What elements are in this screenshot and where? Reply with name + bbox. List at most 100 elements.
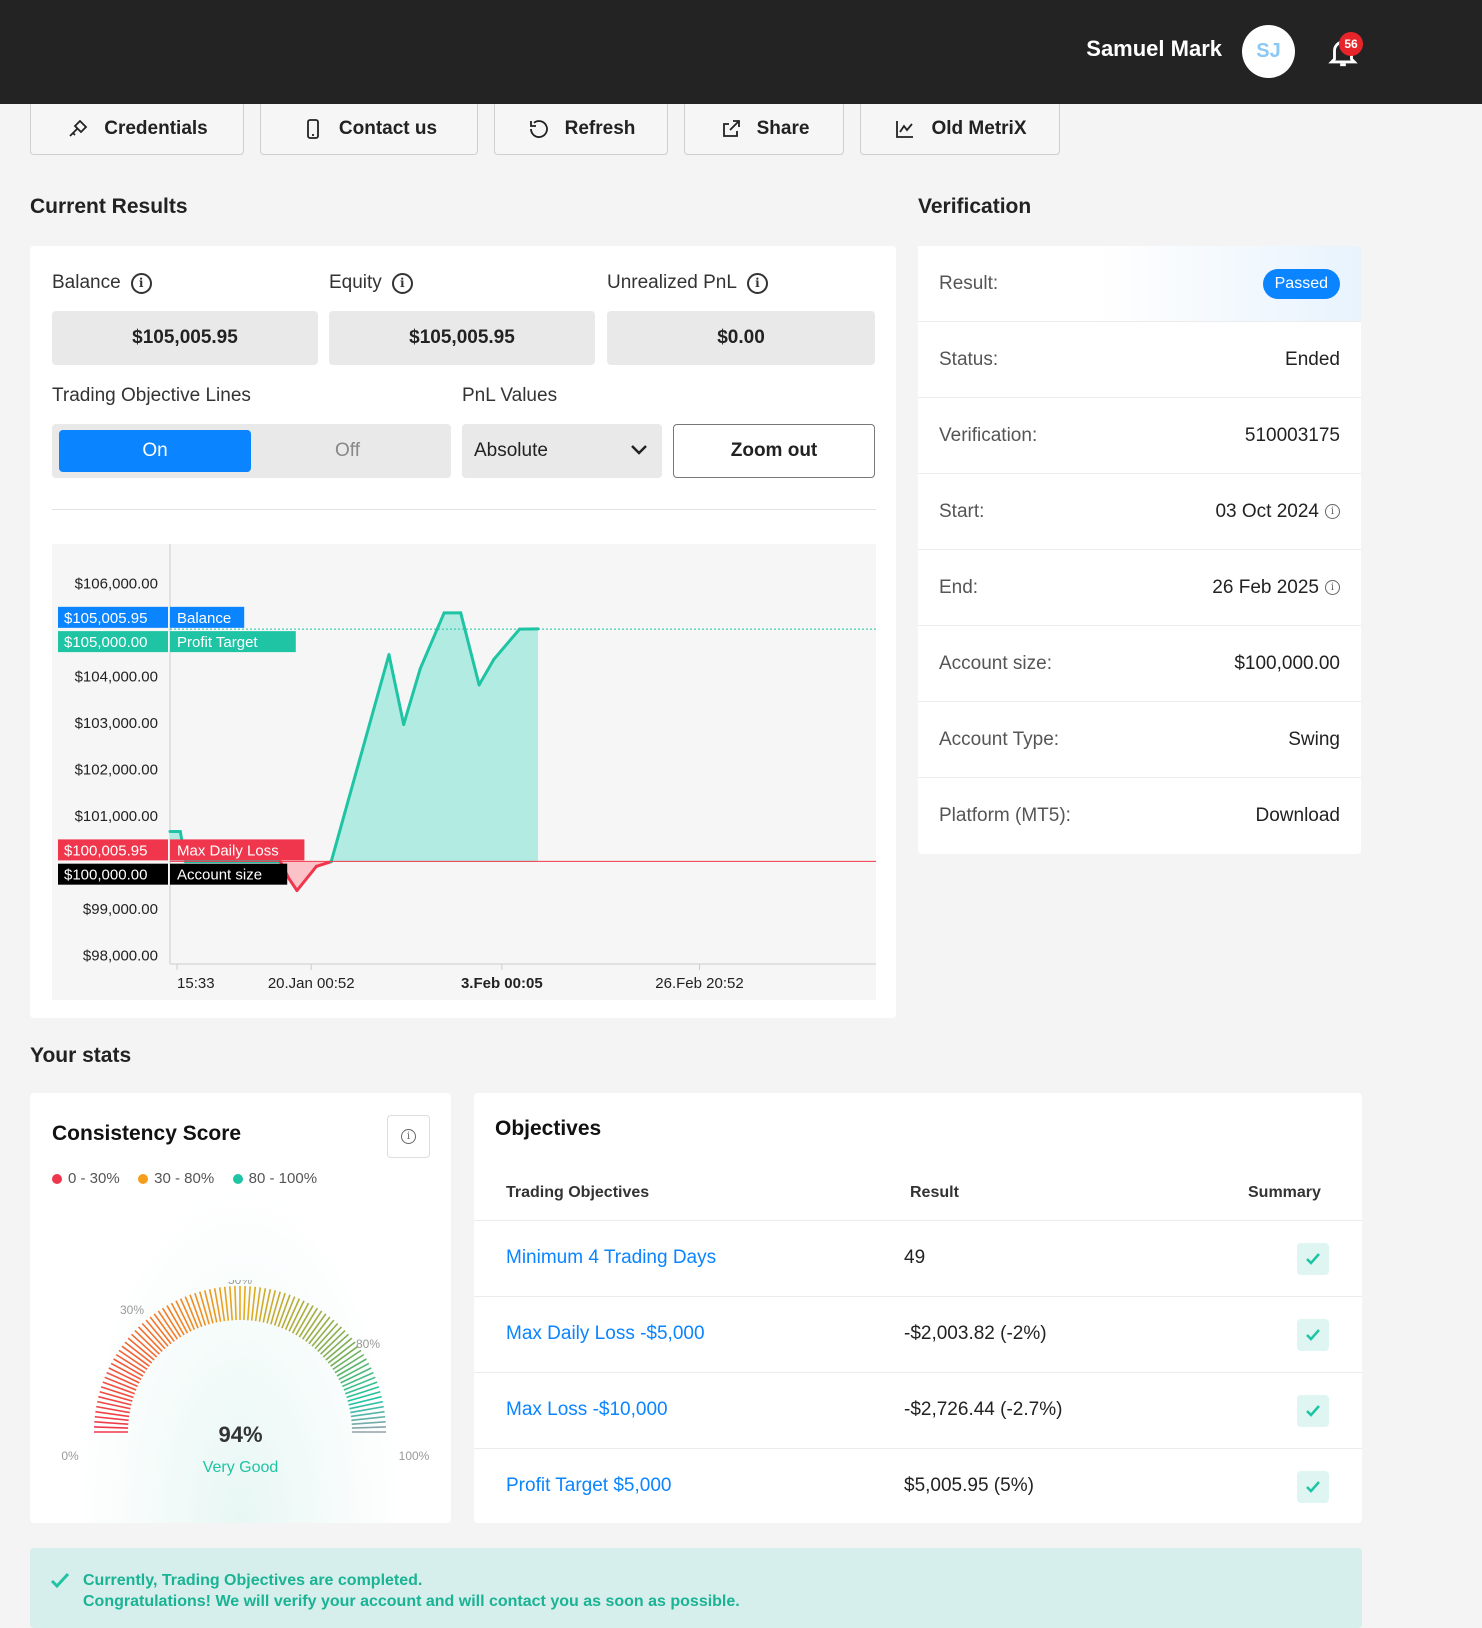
status-badge: Passed — [1262, 268, 1340, 299]
user-name[interactable]: Samuel Mark — [1086, 36, 1222, 62]
verification-row-start: Start: 03 Oct 2024 i — [918, 474, 1361, 550]
info-icon[interactable]: i — [130, 272, 152, 294]
ref-value-label: $105,000.00 — [64, 634, 147, 651]
ref-value-label: $100,000.00 — [64, 867, 147, 884]
share-button[interactable]: Share — [684, 104, 844, 155]
check-icon — [1297, 1471, 1329, 1503]
y-tick-label: $101,000.00 — [75, 808, 158, 825]
phone-icon — [307, 119, 319, 139]
ref-name-label: Account size — [177, 867, 262, 884]
verification-row-end: End: 26 Feb 2025 i — [918, 550, 1361, 626]
credentials-button[interactable]: Credentials — [30, 104, 244, 155]
verification-row-result: Result: Passed — [918, 246, 1361, 322]
objective-link[interactable]: Max Loss -$10,000 — [506, 1399, 668, 1421]
gauge-label: 80% — [356, 1337, 380, 1351]
old-metrix-button[interactable]: Old MetriX — [860, 104, 1060, 155]
y-tick-label: $102,000.00 — [75, 762, 158, 779]
gauge-label: 50% — [228, 1280, 252, 1287]
check-icon — [1297, 1395, 1329, 1427]
toggle-on[interactable]: On — [59, 430, 251, 472]
gauge-tick — [317, 1326, 342, 1352]
col-result: Result — [910, 1184, 959, 1201]
pnl-select-value: Absolute — [474, 440, 548, 461]
refresh-button[interactable]: Refresh — [494, 104, 668, 155]
gauge-tick — [330, 1345, 359, 1367]
contact-button[interactable]: Contact us — [260, 104, 478, 155]
equity-label: Equity i — [329, 272, 413, 294]
ref-name-label: Profit Target — [177, 634, 258, 651]
avatar[interactable]: SJ — [1242, 25, 1295, 78]
contact-label: Contact us — [338, 118, 438, 139]
gauge-tick — [198, 1291, 210, 1325]
success-line-1: Currently, Trading Objectives are comple… — [83, 1572, 423, 1589]
col-objectives: Trading Objectives — [506, 1184, 650, 1201]
gauge-tick — [270, 1291, 282, 1325]
gauge-tick — [327, 1341, 356, 1364]
gauge-label: 30% — [120, 1303, 144, 1317]
verification-title: Verification — [918, 195, 1032, 218]
consistency-info-button[interactable]: i — [387, 1115, 430, 1158]
table-row: Profit Target $5,000 $5,005.95 (5%) — [474, 1448, 1362, 1524]
info-icon[interactable]: i — [1325, 504, 1340, 519]
consistency-gauge: 0%30%50%80%100% — [61, 1280, 429, 1463]
gauge-tick — [351, 1415, 386, 1422]
ref-name-label: Max Daily Loss — [177, 842, 279, 859]
your-stats-title: Your stats — [30, 1044, 132, 1067]
y-tick-label: $98,000.00 — [83, 948, 158, 965]
col-summary: Summary — [1248, 1184, 1321, 1201]
objective-lines-label: Trading Objective Lines — [52, 385, 251, 406]
x-tick-label: 15:33 — [177, 975, 215, 992]
gauge-tick — [350, 1410, 385, 1418]
gauge-tick — [320, 1330, 346, 1355]
consistency-title: Consistency Score — [52, 1122, 242, 1145]
notification-badge: 56 — [1339, 32, 1363, 56]
info-icon[interactable]: i — [1325, 580, 1340, 595]
green-dot — [232, 1173, 243, 1184]
y-tick-label: $106,000.00 — [75, 576, 158, 593]
share-label: Share — [756, 118, 810, 139]
unrealized-pnl-label: Unrealized PnL i — [607, 272, 768, 294]
gauge-tick — [153, 1313, 175, 1342]
info-icon[interactable]: i — [746, 272, 768, 294]
old-metrix-label: Old MetriX — [931, 118, 1027, 139]
divider — [52, 509, 876, 510]
verification-row-platform: Platform (MT5): Download — [939, 805, 1341, 827]
y-tick-label: $103,000.00 — [75, 715, 158, 732]
verification-row-account-size: Account size: $100,000.00 — [918, 626, 1361, 702]
success-banner: Currently, Trading Objectives are comple… — [30, 1548, 1362, 1628]
consistency-score: 94% — [218, 1422, 263, 1447]
check-icon — [1297, 1243, 1329, 1275]
gauge-tick — [311, 1319, 335, 1347]
orange-dot — [138, 1173, 149, 1184]
gauge-tick — [138, 1326, 163, 1352]
objective-lines-toggle: On Off — [52, 424, 451, 478]
gauge-tick — [250, 1286, 257, 1321]
balance-value: $105,005.95 — [52, 311, 318, 365]
gauge-tick — [347, 1390, 381, 1402]
verification-row-status: Status: Ended — [918, 322, 1361, 398]
line-chart-icon — [896, 121, 914, 138]
success-line-2: Congratulations! We will verify your acc… — [83, 1593, 740, 1610]
pnl-values-select[interactable]: Absolute — [462, 424, 662, 478]
zoom-out-button[interactable]: Zoom out — [673, 424, 875, 478]
pnl-values-label: PnL Values — [462, 385, 558, 406]
gauge-tick — [145, 1319, 169, 1347]
objective-link[interactable]: Max Daily Loss -$5,000 — [506, 1323, 705, 1345]
gauge-tick — [127, 1337, 155, 1361]
credentials-label: Credentials — [104, 118, 208, 139]
objective-link[interactable]: Profit Target $5,000 — [506, 1475, 671, 1497]
check-icon — [1297, 1319, 1329, 1351]
download-link[interactable]: Download — [1256, 805, 1341, 827]
gauge-tick — [149, 1316, 172, 1345]
table-row: Max Daily Loss -$5,000 -$2,003.82 (-2%) — [474, 1296, 1362, 1372]
share-icon — [722, 120, 740, 137]
objective-link[interactable]: Minimum 4 Trading Days — [506, 1247, 716, 1269]
refresh-icon — [529, 120, 548, 138]
legend-item: 0 - 30% — [52, 1170, 120, 1187]
info-icon[interactable]: i — [391, 272, 413, 294]
gauge-tick — [325, 1337, 353, 1361]
objectives-title: Objectives — [495, 1117, 602, 1140]
ref-value-label: $105,005.95 — [64, 610, 147, 627]
toggle-off[interactable]: Off — [251, 430, 444, 472]
y-tick-label: $104,000.00 — [75, 669, 158, 686]
